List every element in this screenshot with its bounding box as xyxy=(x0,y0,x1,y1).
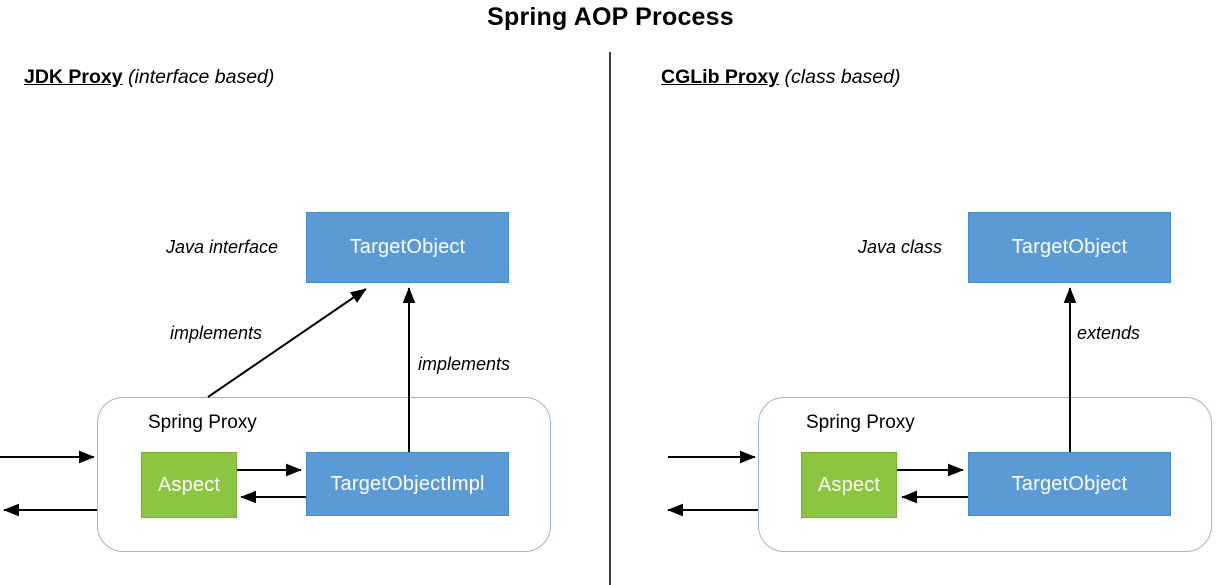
box-jdk-aspect: Aspect xyxy=(141,452,237,518)
box-cglib-target-object-top: TargetObject xyxy=(968,212,1171,283)
proxy-label-jdk: Spring Proxy xyxy=(148,412,257,433)
box-jdk-target-object: TargetObject xyxy=(306,212,509,283)
panel-divider xyxy=(609,52,611,585)
label-java-class: Java class xyxy=(858,237,943,257)
panel-heading-jdk: JDK Proxy (interface based) xyxy=(24,66,274,89)
page-title: Spring AOP Process xyxy=(487,3,734,31)
panel-heading-cglib-soft: (class based) xyxy=(784,66,901,88)
proxy-label-cglib: Spring Proxy xyxy=(806,412,915,433)
panel-heading-cglib-strong: CGLib Proxy xyxy=(661,66,780,88)
label-implements-diagonal: implements xyxy=(170,323,263,343)
panel-heading-jdk-strong: JDK Proxy xyxy=(24,66,123,88)
label-extends: extends xyxy=(1077,323,1141,343)
box-cglib-aspect: Aspect xyxy=(801,452,897,518)
panel-heading-jdk-soft: (interface based) xyxy=(128,66,275,88)
box-cglib-target-object: TargetObject xyxy=(968,452,1171,516)
box-jdk-target-object-impl: TargetObjectImpl xyxy=(306,452,509,516)
diagram-canvas: Spring AOP Process JDK Proxy (interface … xyxy=(0,0,1221,585)
label-implements-vertical: implements xyxy=(418,354,511,374)
panel-heading-cglib: CGLib Proxy (class based) xyxy=(661,66,901,89)
label-java-interface: Java interface xyxy=(166,237,279,257)
